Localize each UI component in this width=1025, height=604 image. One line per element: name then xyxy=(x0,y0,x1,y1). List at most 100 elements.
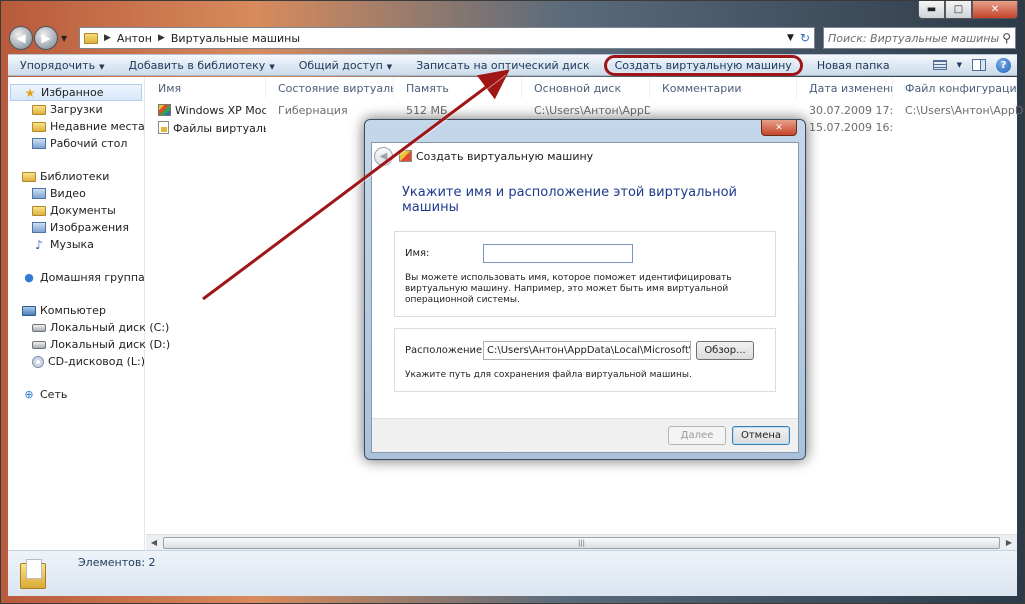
chevron-right-icon[interactable]: ▶ xyxy=(104,33,111,43)
preview-pane-icon[interactable] xyxy=(972,59,986,71)
sidebar-item-label: Изображения xyxy=(50,221,129,234)
name-group: Имя: Вы можете использовать имя, которое… xyxy=(394,231,776,317)
sidebar-item-desktop[interactable]: Рабочий стол xyxy=(8,135,144,152)
sidebar-item-pictures[interactable]: Изображения xyxy=(8,219,144,236)
search-icon[interactable]: ⚲ xyxy=(1002,31,1011,45)
close-icon: ✕ xyxy=(775,122,783,133)
breadcrumb-virtual-machines[interactable]: Виртуальные машины xyxy=(171,32,300,45)
horizontal-scrollbar[interactable]: ◀ ||| ▶ xyxy=(146,534,1017,550)
share-button[interactable]: Общий доступ ▼ xyxy=(287,59,404,72)
create-vm-button[interactable]: Создать виртуальную машину xyxy=(603,54,803,76)
hard-drive-icon xyxy=(32,323,46,332)
name-label: Имя: xyxy=(405,248,430,259)
dialog-title: Создать виртуальную машину xyxy=(416,149,594,163)
network-icon: ⊕ xyxy=(24,388,34,401)
vm-name-input[interactable] xyxy=(483,244,633,263)
chevron-down-icon[interactable]: ▼ xyxy=(957,61,962,69)
refresh-icon[interactable]: ↻ xyxy=(800,31,810,45)
left-arrow-icon: ◀ xyxy=(16,31,26,45)
folder-icon xyxy=(84,32,98,44)
sidebar-item-network[interactable]: ⊕ Сеть xyxy=(8,386,144,403)
location-hint: Укажите путь для сохранения файла виртуа… xyxy=(405,370,692,380)
address-bar[interactable]: ▶ Антон ▶ Виртуальные машины ▼ ↻ xyxy=(79,27,815,49)
sidebar-item-music[interactable]: ♪ Музыка xyxy=(8,236,144,253)
sidebar-item-label: CD-дисковод (L:) xyxy=(48,355,146,368)
dialog-back-button[interactable]: ◀ xyxy=(374,146,393,166)
star-icon: ★ xyxy=(24,85,36,100)
file-disk: C:\Users\Антон\AppData... xyxy=(534,104,650,117)
sidebar-item-drive-d[interactable]: Локальный диск (D:) xyxy=(8,336,170,353)
vm-location-input[interactable]: C:\Users\Антон\AppData\Local\Microsoft\W… xyxy=(483,341,691,360)
new-folder-button[interactable]: Новая папка xyxy=(805,59,902,72)
browse-button[interactable]: Обзор... xyxy=(696,341,754,360)
dialog-header: ◀ Создать виртуальную машину xyxy=(372,143,798,169)
file-config: C:\Users\Антон\AppData... xyxy=(905,104,1023,117)
sidebar-item-documents[interactable]: Документы xyxy=(8,202,144,219)
burn-button[interactable]: Записать на оптический диск xyxy=(404,59,601,72)
column-headers: Имя Состояние виртуаль... Память Основно… xyxy=(146,77,1017,98)
sidebar-item-cd-drive[interactable]: CD-дисковод (L:) xyxy=(8,353,146,370)
address-dropdown-icon[interactable]: ▼ xyxy=(787,33,794,43)
scroll-left-icon[interactable]: ◀ xyxy=(146,538,162,547)
column-header-state[interactable]: Состояние виртуаль... xyxy=(266,77,394,98)
scroll-thumb[interactable]: ||| xyxy=(163,536,1000,549)
column-header-name[interactable]: Имя xyxy=(146,77,266,98)
details-pane: Элементов: 2 xyxy=(8,550,1017,596)
chevron-right-icon[interactable]: ▶ xyxy=(158,33,165,43)
sidebar-item-recent-places[interactable]: Недавние места xyxy=(8,118,145,135)
dialog-close-button[interactable]: ✕ xyxy=(761,120,797,136)
video-icon xyxy=(32,188,46,199)
help-icon[interactable]: ? xyxy=(996,57,1011,73)
location-label: Расположение: xyxy=(405,345,486,356)
chevron-down-icon: ▼ xyxy=(269,62,275,71)
cancel-button[interactable]: Отмена xyxy=(732,426,790,445)
homegroup-icon: ● xyxy=(24,271,34,284)
name-hint: Вы можете использовать имя, которое помо… xyxy=(405,273,732,305)
file-date: 30.07.2009 17:22 xyxy=(809,104,893,117)
close-button[interactable]: ✕ xyxy=(972,1,1018,19)
command-bar: Упорядочить ▼ Добавить в библиотеку ▼ Общи… xyxy=(8,54,1017,76)
cd-drive-icon xyxy=(32,355,44,368)
scroll-right-icon[interactable]: ▶ xyxy=(1001,538,1017,547)
maximize-button[interactable]: □ xyxy=(945,1,972,19)
column-header-disk[interactable]: Основной диск xyxy=(522,77,650,98)
column-header-memory[interactable]: Память xyxy=(394,77,522,98)
column-header-date[interactable]: Дата изменения xyxy=(797,77,893,98)
items-count: Элементов: 2 xyxy=(78,556,156,569)
view-options-icon[interactable] xyxy=(932,60,947,70)
file-name: Файлы виртуаль... xyxy=(173,121,266,135)
sidebar-item-libraries[interactable]: Библиотеки xyxy=(8,168,144,185)
next-button[interactable]: Далее xyxy=(668,426,726,445)
forward-button[interactable]: ▶ xyxy=(34,26,58,50)
back-button[interactable]: ◀ xyxy=(9,26,33,50)
column-header-config[interactable]: Файл конфигурации xyxy=(893,77,1017,98)
sidebar-item-video[interactable]: Видео xyxy=(8,185,144,202)
add-to-library-button[interactable]: Добавить в библиотеку ▼ xyxy=(117,59,287,72)
search-placeholder: Поиск: Виртуальные машины xyxy=(828,31,1000,45)
breadcrumb-user[interactable]: Антон xyxy=(117,32,152,45)
sidebar-item-computer[interactable]: Компьютер xyxy=(8,302,144,319)
organize-label: Упорядочить xyxy=(20,58,96,72)
minimize-button[interactable]: ▬ xyxy=(918,1,945,19)
file-name: Windows XP Mode xyxy=(175,104,266,117)
sidebar-item-drive-c[interactable]: Локальный диск (C:) xyxy=(8,319,169,336)
file-memory: 512 МБ xyxy=(406,104,448,117)
sidebar-item-label: Компьютер xyxy=(40,304,106,317)
documents-icon xyxy=(32,205,46,216)
search-input[interactable]: Поиск: Виртуальные машины ⚲ xyxy=(823,27,1016,49)
library-icon xyxy=(22,171,36,182)
create-vm-dialog: ✕ ◀ Создать виртуальную машину Укажите и… xyxy=(364,119,806,460)
folder-icon xyxy=(32,104,46,115)
sidebar-item-label: Избранное xyxy=(41,86,104,99)
organize-button[interactable]: Упорядочить ▼ xyxy=(8,59,117,72)
sidebar-item-homegroup[interactable]: ● Домашняя группа xyxy=(8,269,145,286)
sidebar-item-favorites[interactable]: ★ Избранное xyxy=(10,84,142,101)
sidebar-item-downloads[interactable]: Загрузки xyxy=(8,101,144,118)
recent-pages-dropdown[interactable]: ▼ xyxy=(61,34,73,43)
table-row[interactable]: Windows XP Mode Гибернация 512 МБ C:\Use… xyxy=(146,102,1023,119)
chevron-down-icon: ▼ xyxy=(99,62,105,71)
music-icon: ♪ xyxy=(35,237,43,252)
column-header-comments[interactable]: Комментарии xyxy=(650,77,797,98)
dialog-heading: Укажите имя и расположение этой виртуаль… xyxy=(402,185,737,215)
navigation-pane: ★ Избранное Загрузки Недавние места Рабоч… xyxy=(8,77,170,550)
